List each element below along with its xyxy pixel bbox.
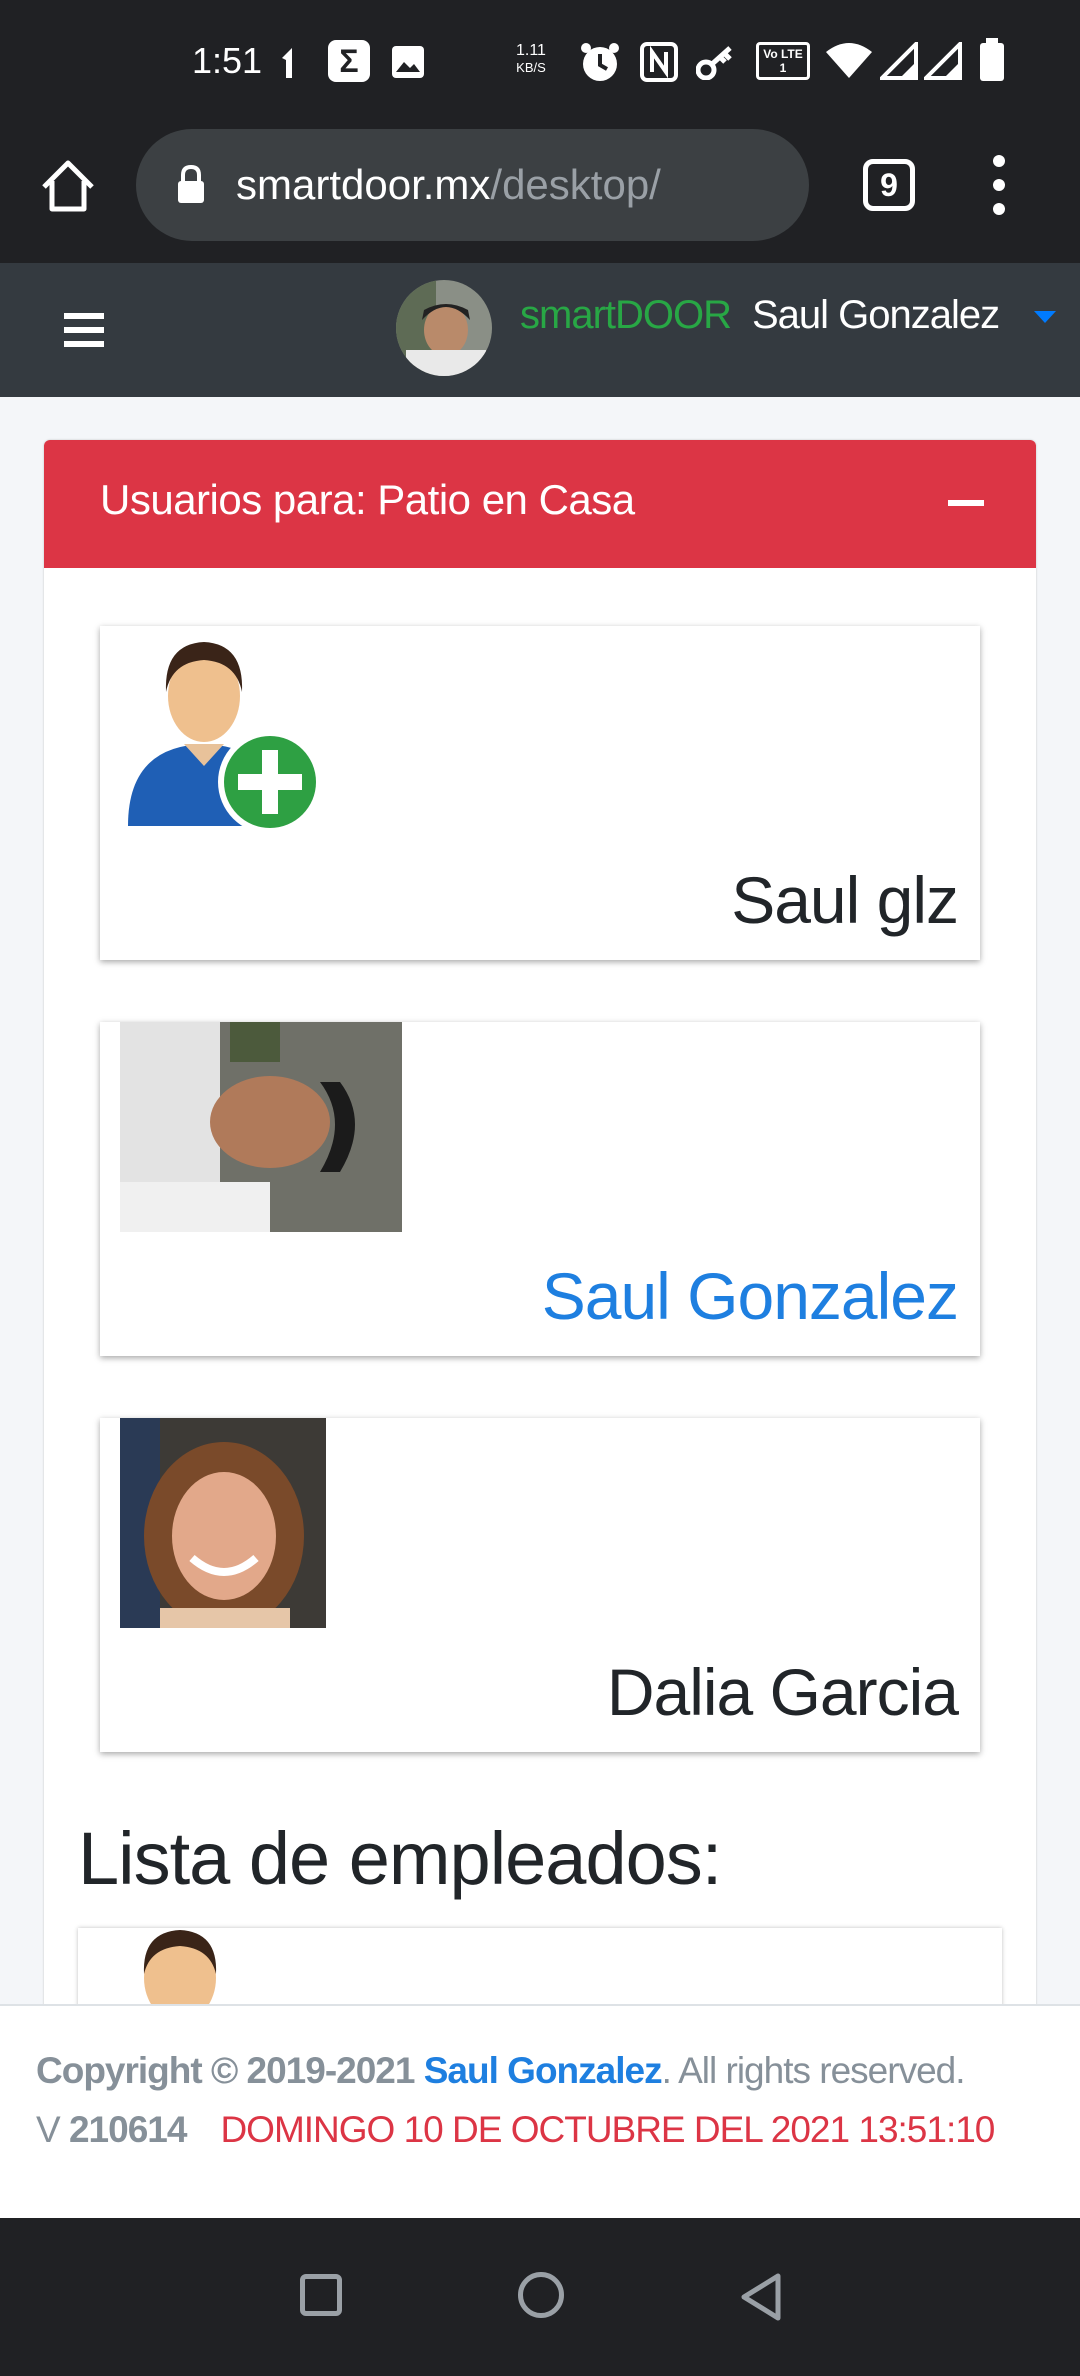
signal-arrow-icon [282,48,292,78]
card-header: Usuarios para: Patio en Casa [44,440,1036,568]
app-navbar: smartDOOR Saul Gonzalez [0,263,1080,397]
status-time: 1:51 [192,40,263,81]
brand-logo[interactable]: smartDOOR [520,293,732,338]
url-text[interactable]: smartdoor.mx/desktop/ [236,161,661,209]
user-card[interactable]: Saul Gonzalez [100,1022,980,1356]
more-menu-icon[interactable] [984,153,1014,217]
cell-signal-icon [924,42,962,80]
net-speed: 1.11 KB/S [516,42,546,75]
hamburger-menu-icon[interactable] [64,313,104,347]
employees-heading: Lista de empleados: [78,1817,722,1900]
back-icon[interactable] [738,2272,784,2322]
user-name-link[interactable]: Saul Gonzalez [542,1258,959,1334]
lock-icon [178,165,204,203]
battery-icon [980,38,1004,81]
key-icon [696,46,732,80]
system-navigation-bar [0,2218,1080,2376]
browser-toolbar: smartdoor.mx/desktop/ 9 [0,125,1080,263]
user-name: Saul glz [731,863,959,937]
user-name: Dalia Garcia [606,1655,959,1729]
version-line: V 210614 DOMINGO 10 DE OCTUBRE DEL 2021 1… [36,2109,995,2150]
user-photo [120,1418,326,1628]
alarm-icon [581,43,619,81]
datetime-label: DOMINGO 10 DE OCTUBRE DEL 2021 13:51:10 [220,2109,995,2150]
status-bar: 1:51 Σ 1.11 KB/S Vo LTE 1 [0,0,1080,125]
nfc-icon [640,42,678,82]
system-home-icon[interactable] [518,2272,564,2318]
tab-switcher-button[interactable]: 9 [863,159,915,211]
collapse-icon[interactable] [948,500,984,506]
page-footer: Copyright © 2019-2021 Saul Gonzalez. All… [0,2004,1080,2218]
user-avatar[interactable] [396,280,492,376]
address-bar[interactable]: smartdoor.mx/desktop/ [136,129,809,241]
volte-icon: Vo LTE 1 [756,42,810,80]
user-card[interactable]: Saul glz [100,626,980,960]
author-link[interactable]: Saul Gonzalez [424,2050,663,2091]
copyright-line: Copyright © 2019-2021 Saul Gonzalez. All… [36,2050,965,2091]
recent-apps-icon[interactable] [300,2274,342,2316]
cell-signal-icon [880,42,918,80]
nav-user-name[interactable]: Saul Gonzalez [752,293,1000,338]
user-card[interactable]: Dalia Garcia [100,1418,980,1752]
home-icon[interactable] [38,157,98,217]
users-card: Usuarios para: Patio en Casa Saul glz Sa… [44,440,1036,2040]
add-user-icon [128,642,322,834]
chevron-down-icon[interactable] [1034,311,1056,323]
user-photo [120,1022,402,1232]
gallery-icon [392,46,424,78]
card-title: Usuarios para: Patio en Casa [100,476,635,523]
wifi-icon [826,43,872,78]
sigma-app-icon: Σ [328,40,370,82]
